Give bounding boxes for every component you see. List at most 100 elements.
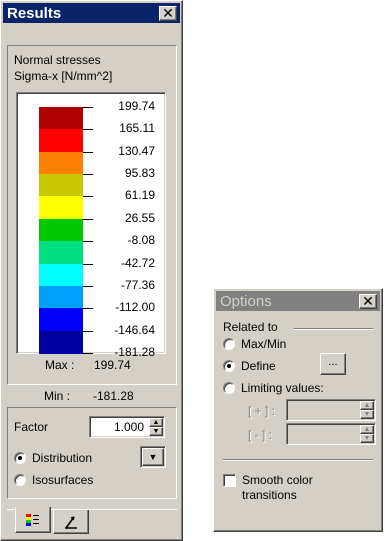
- factor-input[interactable]: 1.000 ▲ ▼: [89, 416, 165, 438]
- plus-limit-input[interactable]: ▲ ▼: [286, 399, 376, 421]
- radio-define-button[interactable]: [223, 360, 235, 372]
- legend-tick: [83, 107, 93, 108]
- display-options-group: Factor 1.000 ▲ ▼ Distribution ▼ Isosurfa…: [7, 407, 177, 499]
- panel-tabs: [7, 507, 177, 538]
- radio-distribution-button[interactable]: [14, 452, 26, 464]
- min-value: -181.28: [93, 389, 134, 403]
- legend-tick: [83, 263, 93, 265]
- legend-value: 26.55: [124, 210, 155, 225]
- legend-tick: [83, 196, 93, 198]
- spin-up-button[interactable]: ▲: [360, 425, 374, 434]
- legend-tick: [83, 308, 93, 310]
- radio-limiting-button[interactable]: [223, 382, 235, 394]
- legend-value: 165.11: [119, 121, 155, 136]
- minus-label: [ - ] :: [248, 428, 272, 442]
- limiting-label: Limiting values:: [241, 381, 324, 395]
- legend-color-band: [39, 241, 83, 265]
- factor-label: Factor: [14, 420, 49, 434]
- radio-isosurfaces[interactable]: Isosurfaces: [14, 473, 93, 487]
- legend-value: 61.19: [124, 188, 155, 203]
- spin-up-button[interactable]: ▲: [149, 418, 163, 427]
- dropdown-arrow-button[interactable]: ▼: [142, 448, 164, 466]
- maxmin-label: Max/Min: [241, 337, 287, 351]
- factor-value: 1.000: [113, 420, 144, 434]
- max-label: Max :: [45, 358, 75, 372]
- legend-tick: [83, 218, 93, 220]
- distribution-dropdown[interactable]: ▼: [140, 446, 166, 468]
- tab-vectors[interactable]: [53, 510, 89, 534]
- options-titlebar[interactable]: Options ✕: [216, 291, 380, 311]
- plus-label: [ + ] :: [248, 404, 276, 418]
- legend-color-band: [39, 308, 83, 332]
- legend-color-band: [39, 129, 83, 153]
- define-button[interactable]: ...: [320, 353, 346, 375]
- spin-up-button[interactable]: ▲: [360, 401, 374, 410]
- results-title: Results: [7, 4, 62, 22]
- max-row: Max : 199.74: [8, 358, 176, 374]
- min-row: Min : -181.28: [7, 389, 177, 405]
- legend-color-band: [39, 174, 83, 198]
- legend-color-band: [39, 196, 83, 220]
- smooth-line-2: transitions: [242, 488, 297, 502]
- results-close-button[interactable]: ✕: [159, 5, 177, 21]
- legend-color-band: [39, 330, 83, 354]
- smooth-transitions-box[interactable]: [223, 474, 236, 487]
- max-value: 199.74: [94, 358, 131, 372]
- minus-limit-input[interactable]: ▲ ▼: [286, 423, 376, 445]
- minus-limit-spinner[interactable]: ▲ ▼: [360, 425, 374, 443]
- define-button-label: ...: [328, 356, 338, 368]
- radio-isosurfaces-button[interactable]: [14, 474, 26, 486]
- tab-colors[interactable]: [15, 507, 51, 533]
- close-icon: ✕: [362, 293, 374, 309]
- radio-maxmin-button[interactable]: [223, 338, 235, 350]
- chevron-down-icon: ▼: [148, 452, 158, 462]
- related-to-divider: [294, 328, 373, 330]
- legend-tick: [83, 174, 93, 176]
- legend-value: 130.47: [118, 143, 155, 158]
- options-title: Options: [220, 292, 272, 310]
- smooth-line-1: Smooth color: [242, 473, 313, 487]
- options-close-button[interactable]: ✕: [359, 293, 377, 309]
- color-legend: 199.74 165.11 130.47 95.83 61.19 26.55 -8.08 -4…: [16, 92, 166, 359]
- legend-tick: [83, 151, 93, 153]
- radio-distribution[interactable]: Distribution: [14, 451, 92, 465]
- result-unit-label: Sigma-x [N/mm^2]: [14, 69, 113, 83]
- spin-down-button[interactable]: ▼: [360, 434, 374, 443]
- legend-color-band: [39, 285, 83, 309]
- legend-color-band: [39, 263, 83, 287]
- spin-down-button[interactable]: ▼: [149, 427, 163, 436]
- close-icon: ✕: [162, 5, 174, 21]
- legend-value: -146.64: [114, 322, 155, 337]
- legend-color-band: [39, 218, 83, 242]
- color-legend-inner: 199.74 165.11 130.47 95.83 61.19 26.55 -8.08 -4…: [39, 99, 161, 359]
- min-label: Min :: [44, 389, 71, 403]
- radio-limiting[interactable]: Limiting values:: [223, 381, 324, 395]
- legend-tick: [83, 285, 93, 287]
- smooth-transitions-checkbox[interactable]: Smooth color transitions: [223, 473, 313, 503]
- legend-value: -181.28: [114, 345, 155, 359]
- legend-value: -77.36: [120, 277, 155, 292]
- distribution-label: Distribution: [32, 451, 93, 465]
- spin-down-button[interactable]: ▼: [360, 410, 374, 419]
- options-divider: [223, 459, 373, 461]
- legend-value: 199.74: [118, 99, 155, 113]
- smooth-transitions-label: Smooth color transitions: [242, 473, 313, 503]
- results-legend-group: Normal stresses Sigma-x [N/mm^2] 199.74 1…: [7, 45, 177, 385]
- legend-tick: [83, 241, 93, 243]
- results-panel: Results ✕ Normal stresses Sigma-x [N/mm^…: [0, 0, 183, 541]
- legend-tick: [83, 353, 93, 354]
- radio-maxmin[interactable]: Max/Min: [223, 337, 286, 351]
- legend-tick: [83, 330, 93, 332]
- radio-define[interactable]: Define: [223, 359, 276, 373]
- define-label: Define: [241, 359, 276, 373]
- options-panel: Options ✕ Related to Max/Min Define ... …: [213, 288, 383, 532]
- legend-value: -112.00: [115, 300, 155, 315]
- angle-arrow-icon: [65, 515, 77, 529]
- legend-value: -42.72: [120, 255, 155, 270]
- factor-spinner[interactable]: ▲ ▼: [149, 418, 163, 436]
- isosurfaces-label: Isosurfaces: [32, 473, 94, 487]
- color-scale-icon: [26, 513, 39, 526]
- related-to-label: Related to: [223, 320, 282, 334]
- plus-limit-spinner[interactable]: ▲ ▼: [360, 401, 374, 419]
- results-titlebar[interactable]: Results ✕: [3, 3, 180, 23]
